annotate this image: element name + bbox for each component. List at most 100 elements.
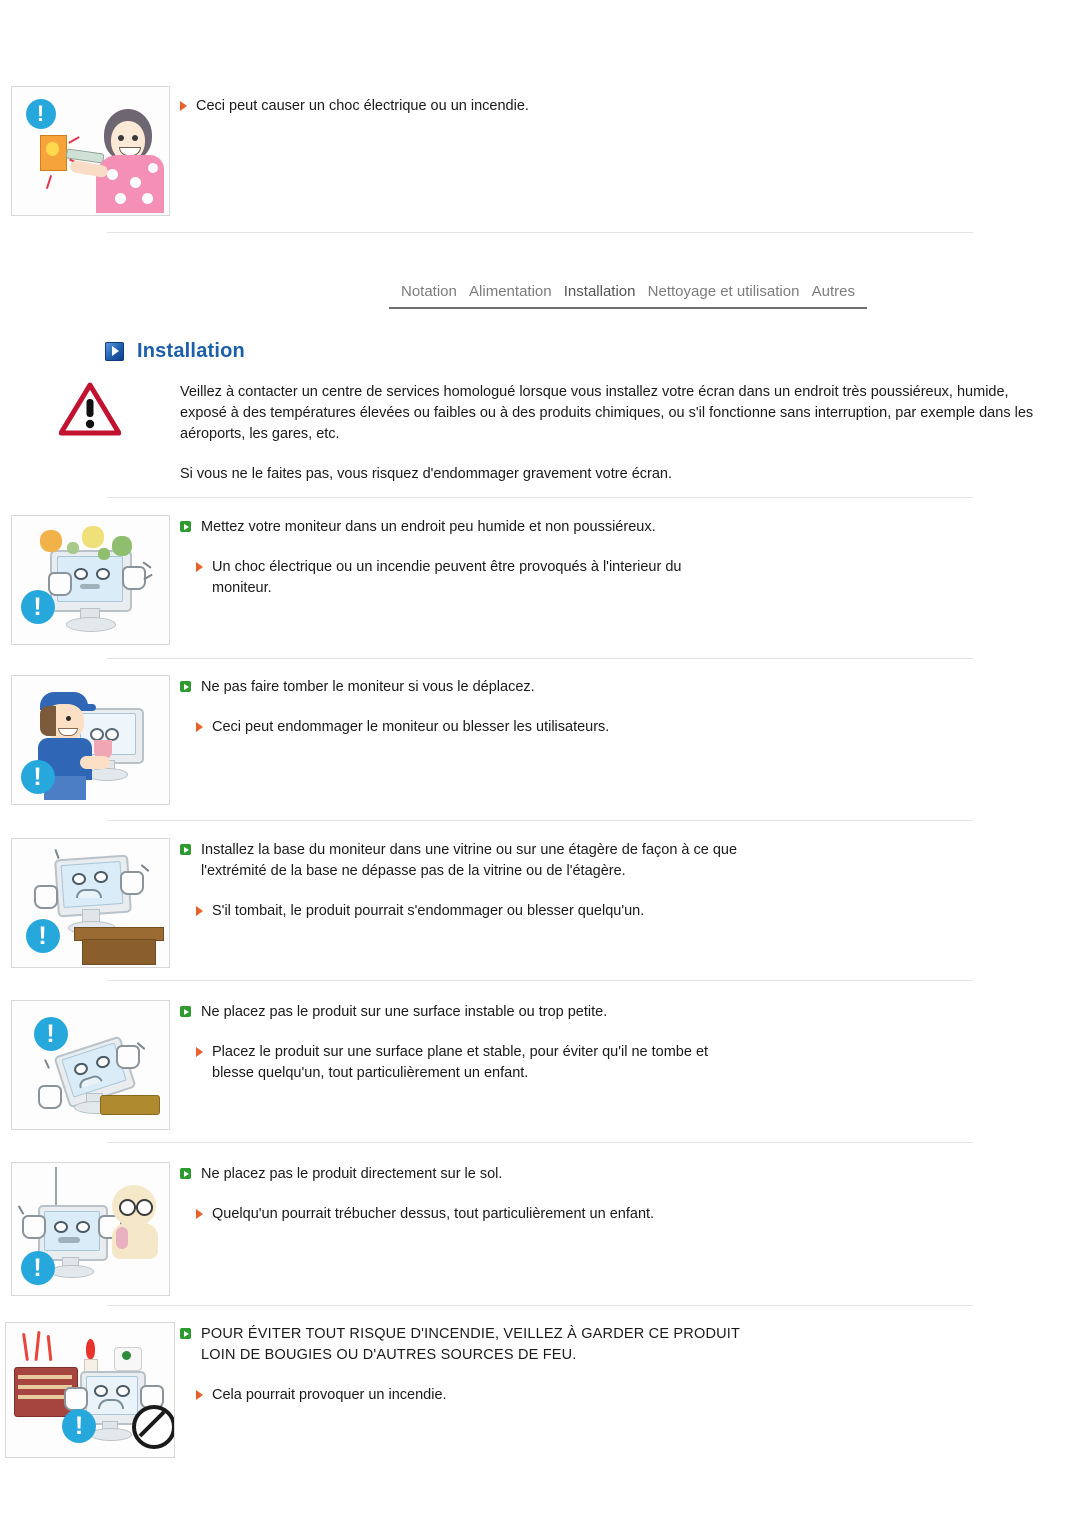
item-sub-bullet: Cela pourrait provoquer un incendie. [196,1385,1040,1406]
child-eye-shape [135,1199,153,1216]
intro-row: Veillez à contacter un centre de service… [0,382,1080,485]
triangle-right-orange-icon [196,722,203,732]
exclamation-circle-blue-icon: ! [33,1017,68,1051]
tab-nettoyage-et-utilisation[interactable]: Nettoyage et utilisation [648,283,800,300]
item-illustration-col: ! [0,515,180,645]
monitor-screen [60,860,123,909]
item-illustration-col: ! [0,1322,180,1458]
item-main-text: Installez la base du moniteur dans une v… [201,842,738,879]
monitor-hand [37,1085,62,1109]
safety-item: ! Ne pas faire tomber le moniteur si vou… [0,675,1080,805]
prohibition-icon [132,1405,174,1449]
item-text-col: Mettez votre moniteur dans un endroit pe… [180,515,1080,599]
child-eye-shape [118,1199,136,1216]
tab-underline [389,307,867,309]
monitor-hand [47,572,72,596]
item-main-bullet: Ne placez pas le produit directement sur… [180,1164,1040,1185]
monitor-falling-off-shelf-illustration: ! [10,838,170,968]
candle-flame [86,1339,95,1359]
top-note-row: ! Ceci peut causer un choc électrique ou… [0,86,1080,216]
item-illustration-col: ! [0,1000,180,1130]
dress-dot [141,193,153,204]
monitor-base [85,768,128,781]
page-title-label: Installation [137,340,245,362]
monitor-eye [71,873,86,885]
monitor-screen [86,1376,138,1415]
dust-particle [111,536,132,556]
item-main-text: Ne placez pas le produit sur une surface… [201,1004,608,1020]
tab-notation[interactable]: Notation [401,283,457,300]
item-main-text: Mettez votre moniteur dans un endroit pe… [201,519,656,535]
man-carrying-monitor-illustration: ! [10,675,170,805]
monitor-mouth [98,1399,124,1409]
person-eye-shape [131,135,138,141]
exclamation-circle-blue-icon: ! [20,1251,55,1285]
shelf-body [81,939,156,965]
item-sub-bullet: Placez le produit sur une surface plane … [196,1042,1040,1084]
monitor-mouth [57,1237,80,1243]
exclamation-circle-blue-icon: ! [25,919,60,953]
item-illustration-col: ! [0,675,180,805]
dust-particle [39,530,62,552]
play-square-green-icon [180,521,191,532]
intro-text-col: Veillez à contacter un centre de service… [180,382,1080,485]
tab-alimentation[interactable]: Alimentation [469,283,552,300]
play-square-green-icon [180,1006,191,1017]
dress-dot [106,169,118,180]
triangle-right-orange-icon [196,562,203,572]
monitor-base [90,1428,132,1441]
intro-paragraph-1: Veillez à contacter un centre de service… [180,384,1034,442]
item-sub-text: Cela pourrait provoquer un incendie. [212,1387,447,1403]
heat-wave [46,1334,53,1362]
motion-line [53,848,60,860]
divider [107,232,973,233]
motion-line [140,864,149,872]
monitor-eye [94,1385,108,1397]
item-main-bullet: Installez la base du moniteur dans une v… [180,840,1040,882]
item-text-col: Ne placez pas le produit directement sur… [180,1162,1080,1225]
divider [107,1142,973,1143]
monitor-eye [73,568,88,580]
monitor-mouth [79,584,100,589]
item-illustration-col: ! [0,1162,180,1296]
item-sub-text: Quelqu'un pourrait trébucher dessus, tou… [212,1206,655,1222]
exclamation-circle-blue-icon: ! [20,760,55,794]
person-eye-shape [65,716,71,721]
item-sub-bullet: Un choc électrique ou un incendie peuven… [196,557,1040,599]
tab-autres[interactable]: Autres [812,283,855,300]
item-text-col: Ne placez pas le produit sur une surface… [180,1000,1080,1084]
triangle-right-orange-icon [196,1209,203,1219]
motion-line [43,1059,50,1069]
top-note-bullet: Ceci peut causer un choc électrique ou u… [180,96,1040,117]
monitor-hand [115,1045,140,1069]
tab-installation[interactable]: Installation [564,283,636,300]
item-text-col: Ne pas faire tomber le moniteur si vous … [180,675,1080,738]
divider [107,980,973,981]
child-bib-shape [115,1227,128,1249]
safety-item: ! Installez la base du moniteur dans une… [0,838,1080,968]
item-sub-text: S'il tombait, le produit pourrait s'endo… [212,903,645,919]
exclamation-circle-blue-icon: ! [25,99,56,129]
manual-page: ! Ceci peut causer un choc électrique ou… [0,0,1080,1528]
woman-plugging-cord-sparking-outlet-illustration: ! [10,86,170,216]
dust-particle [97,548,110,560]
item-sub-bullet: Ceci peut endommager le moniteur ou bles… [196,717,1040,738]
monitor-mouth [75,889,102,898]
monitor-base [49,1265,94,1278]
monitor-eye [93,871,108,883]
page-title: Installation [105,340,245,363]
safety-item: ! Ne placez pas le produit directement s… [0,1162,1080,1296]
exclamation-circle-blue-icon: ! [62,1409,96,1443]
heater-bar [18,1385,72,1389]
item-main-text: Ne placez pas le produit directement sur… [201,1166,503,1182]
monitor-hand [121,566,146,590]
item-sub-text: Placez le produit sur une surface plane … [212,1044,709,1081]
item-text-col: POUR ÉVITER TOUT RISQUE D'INCENDIE, VEIL… [180,1322,1080,1406]
play-square-green-icon [180,1168,191,1179]
divider [107,497,973,498]
monitor-eye [116,1385,130,1397]
motion-line [17,1205,24,1215]
top-note-illustration-col: ! [0,86,180,216]
play-square-green-icon [180,844,191,855]
monitor-tipping-on-unstable-surface-illustration: ! [10,1000,170,1130]
